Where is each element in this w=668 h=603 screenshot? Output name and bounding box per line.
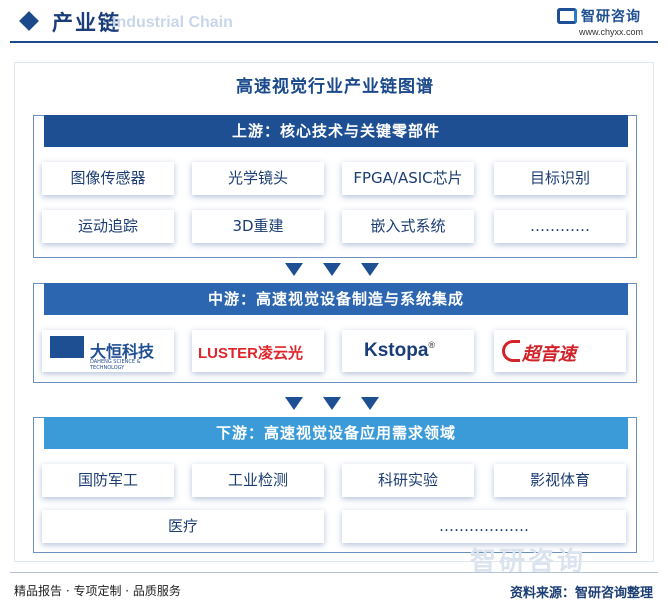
downstream-title: 下游：高速视觉设备应用需求领域 <box>44 417 628 449</box>
downstream-item: 科研实验 <box>342 464 474 497</box>
flow-arrows <box>15 263 655 279</box>
brand-logo-icon <box>557 8 577 24</box>
downstream-item: ……………… <box>342 510 626 543</box>
down-arrow-icon <box>285 263 303 276</box>
upstream-item: ………… <box>494 210 626 243</box>
upstream-item: 嵌入式系统 <box>342 210 474 243</box>
down-arrow-icon <box>285 397 303 410</box>
upstream-item: 3D重建 <box>192 210 324 243</box>
upstream-item: 图像传感器 <box>42 162 174 195</box>
upstream-item: 光学镜头 <box>192 162 324 195</box>
company-logo-daheng: 大恒科技 DAHENG SCIENCE & TECHNOLOGY <box>42 330 174 372</box>
source-note: 资料来源：智研咨询整理 <box>510 586 654 601</box>
upstream-item: 运动追踪 <box>42 210 174 243</box>
brand-name: 智研咨询 <box>581 9 641 25</box>
upstream-item: 目标识别 <box>494 162 626 195</box>
downstream-item: 国防军工 <box>42 464 174 497</box>
page-title: 产业链 <box>52 11 121 35</box>
ghost-subtitle: Industrial Chain <box>112 14 233 31</box>
daheng-mark-icon <box>50 336 84 358</box>
upstream-item: FPGA/ASIC芯片 <box>342 162 474 195</box>
company-logo-luster: LUSTER凌云光 <box>192 330 324 372</box>
company-name: 超音速 <box>522 344 576 365</box>
upstream-title: 上游：核心技术与关键零部件 <box>44 115 628 147</box>
company-name: LUSTER凌云光 <box>198 345 304 362</box>
midstream-section: 中游：高速视觉设备制造与系统集成 大恒科技 DAHENG SCIENCE & T… <box>33 283 637 383</box>
chain-diagram: 高速视觉行业产业链图谱 上游：核心技术与关键零部件 图像传感器 光学镜头 FPG… <box>14 62 654 562</box>
page-header: 产业链 Industrial Chain 智研咨询 www.chyxx.com <box>0 0 668 46</box>
diagram-title: 高速视觉行业产业链图谱 <box>236 77 434 97</box>
diamond-icon <box>19 11 39 31</box>
brand-logo: 智研咨询 www.chyxx.com <box>553 6 663 40</box>
daheng-logo: 大恒科技 DAHENG SCIENCE & TECHNOLOGY <box>50 336 175 371</box>
downstream-item: 影视体育 <box>494 464 626 497</box>
footer-slogan: 精品报告 · 专项定制 · 品质服务 <box>14 584 181 598</box>
company-subtitle: DAHENG SCIENCE & TECHNOLOGY <box>90 359 141 371</box>
kstopa-logo: Kstopa® <box>364 340 435 362</box>
down-arrow-icon <box>361 397 379 410</box>
brand-url: www.chyxx.com <box>579 27 644 37</box>
registered-mark: ® <box>428 340 436 350</box>
upstream-section: 上游：核心技术与关键零部件 图像传感器 光学镜头 FPGA/ASIC芯片 目标识… <box>33 115 637 258</box>
downstream-section: 下游：高速视觉设备应用需求领域 国防军工 工业检测 科研实验 影视体育 医疗 …… <box>33 417 637 553</box>
header-divider <box>10 41 658 43</box>
downstream-item: 工业检测 <box>192 464 324 497</box>
midstream-title: 中游：高速视觉设备制造与系统集成 <box>44 283 628 315</box>
footer-divider <box>10 572 658 573</box>
chaoyinsu-mark-icon <box>502 340 520 362</box>
company-logo-kstopa: Kstopa® <box>342 330 474 372</box>
down-arrow-icon <box>361 263 379 276</box>
down-arrow-icon <box>323 263 341 276</box>
company-logo-chaoyinsu: 超音速 <box>494 330 626 372</box>
flow-arrows <box>15 397 655 413</box>
down-arrow-icon <box>323 397 341 410</box>
downstream-item: 医疗 <box>42 510 324 543</box>
company-name: Kstopa <box>364 340 429 361</box>
